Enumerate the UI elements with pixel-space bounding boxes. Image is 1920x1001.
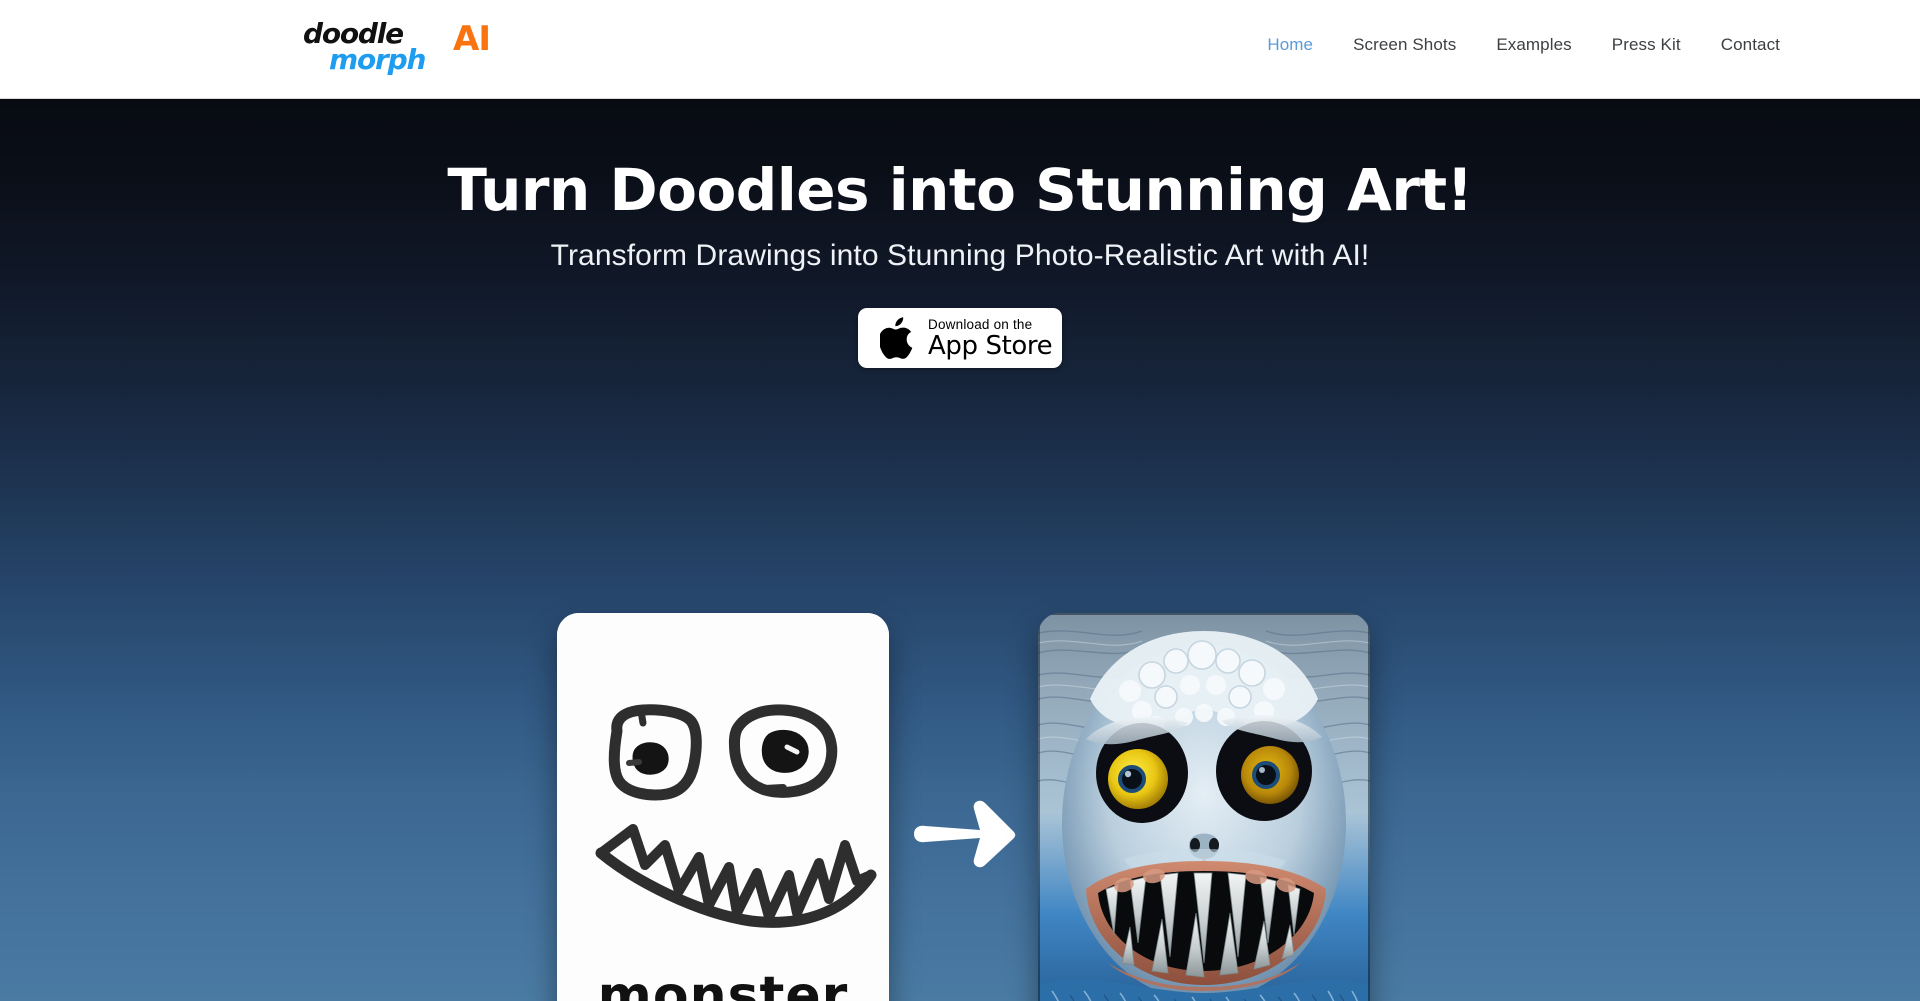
ai-monster-image [1038,613,1370,1001]
nav-item-contact[interactable]: Contact [1701,34,1800,56]
site-header: doodle morph AI Home Screen Shots Exampl… [0,0,1920,99]
nav-item-press-kit[interactable]: Press Kit [1592,34,1701,56]
main-navigation: Home Screen Shots Examples Press Kit Con… [1247,34,1800,56]
right-arrow-icon [914,800,1016,868]
transformation-showcase: monster [0,99,1920,1001]
nav-item-screen-shots[interactable]: Screen Shots [1333,34,1476,56]
site-logo[interactable]: doodle morph AI [303,14,491,80]
header-inner: doodle morph AI Home Screen Shots Exampl… [0,0,1920,98]
doodle-drawing: monster [557,613,889,1001]
logo-text-ai: AI [453,19,491,59]
doodle-card-before[interactable]: monster [557,613,889,1001]
nav-item-examples[interactable]: Examples [1476,34,1591,56]
hero-section: Turn Doodles into Stunning Art! Transfor… [0,99,1920,1001]
nav-item-home[interactable]: Home [1247,34,1333,56]
result-card-after[interactable] [1038,613,1370,1001]
doodle-caption: monster [598,966,849,1001]
logo-text-morph: morph [329,43,426,76]
